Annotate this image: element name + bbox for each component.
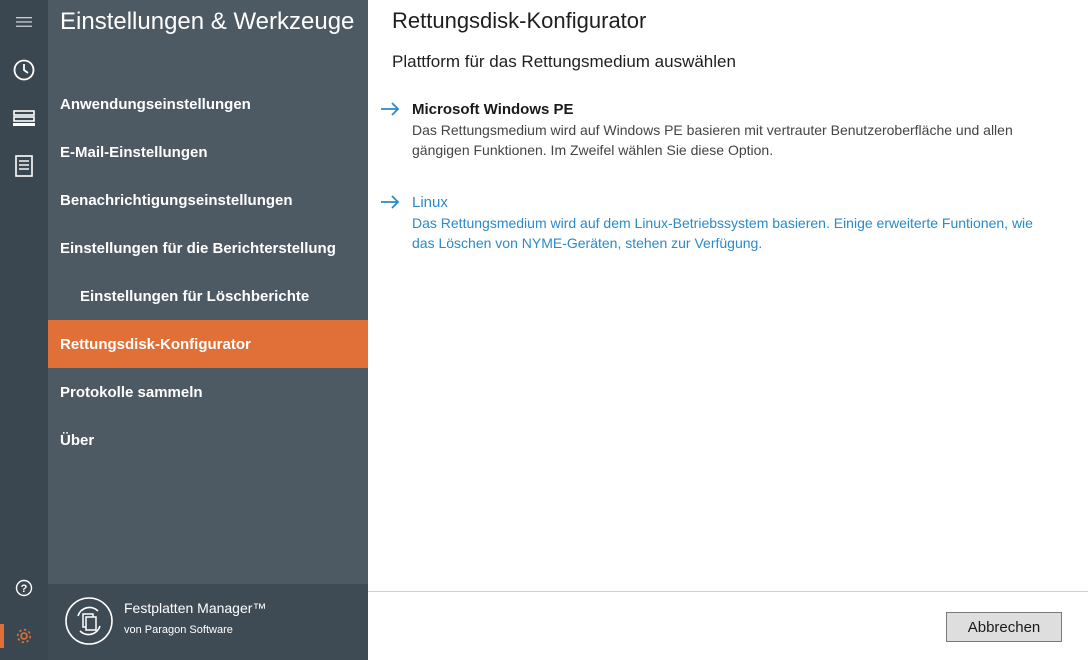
main-content: Rettungsdisk-Konfigurator Plattform für … (368, 0, 1088, 660)
cancel-button[interactable]: Abbrechen (946, 612, 1062, 642)
disk-drives-icon[interactable] (0, 96, 48, 140)
panel-title: Einstellungen & Werkzeuge (60, 8, 355, 35)
nav-item-loeschberichte[interactable]: Einstellungen für Löschberichte (48, 272, 368, 320)
history-clock-icon[interactable] (0, 48, 48, 92)
nav-item-berichterstellung[interactable]: Einstellungen für die Berichterstellung (48, 224, 368, 272)
product-footer: Festplatten Manager™ von Paragon Softwar… (48, 584, 368, 660)
svg-text:?: ? (21, 583, 28, 595)
option-label: Linux (412, 194, 448, 211)
nav-item-anwendungseinstellungen[interactable]: Anwendungseinstellungen (48, 80, 368, 128)
option-description: Das Rettungsmedium wird auf dem Linux-Be… (412, 215, 1033, 251)
arrow-right-icon (381, 102, 400, 116)
option-description: Das Rettungsmedium wird auf Windows PE b… (412, 122, 1013, 158)
help-icon[interactable]: ? (0, 566, 48, 610)
product-logo-icon (64, 596, 114, 646)
option-windows-pe[interactable]: Microsoft Windows PE Das Rettungsmedium … (381, 100, 1052, 160)
product-name: Festplatten Manager™ (124, 600, 267, 616)
page-subtitle: Plattform für das Rettungsmedium auswähl… (392, 52, 736, 71)
settings-gear-icon[interactable] (0, 614, 48, 658)
report-list-icon[interactable] (0, 144, 48, 188)
footer-divider (368, 591, 1088, 592)
icon-rail: ? (0, 0, 48, 660)
option-label: Microsoft Windows PE (412, 101, 574, 118)
nav-item-ueber[interactable]: Über (48, 416, 368, 464)
option-linux[interactable]: Linux Das Rettungsmedium wird auf dem Li… (381, 193, 1052, 253)
arrow-right-icon (381, 195, 400, 209)
nav-item-protokolle-sammeln[interactable]: Protokolle sammeln (48, 368, 368, 416)
settings-panel: Einstellungen & Werkzeuge Anwendungseins… (48, 0, 368, 660)
nav-item-benachrichtigungseinstellungen[interactable]: Benachrichtigungseinstellungen (48, 176, 368, 224)
nav-item-rettungsdisk-konfigurator[interactable]: Rettungsdisk-Konfigurator (48, 320, 368, 368)
nav-item-email-einstellungen[interactable]: E-Mail-Einstellungen (48, 128, 368, 176)
product-vendor: von Paragon Software (124, 624, 233, 636)
hamburger-menu-icon[interactable] (0, 0, 48, 44)
page-title: Rettungsdisk-Konfigurator (392, 8, 647, 33)
